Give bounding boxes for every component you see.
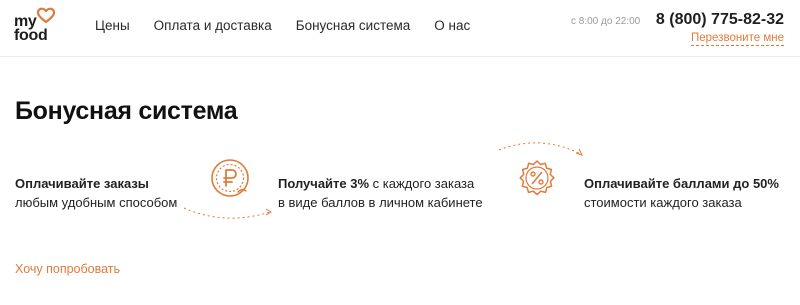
arrow-connector-2 (498, 142, 583, 156)
main-nav: Цены Оплата и доставка Бонусная система … (95, 18, 494, 33)
bonus-step-1: Оплачивайте заказы любым удобным способо… (15, 174, 177, 212)
step-2-line2: в виде баллов в личном кабинете (278, 195, 483, 210)
try-it-link[interactable]: Хочу попробовать (15, 262, 120, 276)
bonus-step-2: Получайте 3% с каждого заказа в виде бал… (278, 174, 483, 212)
nav-item-bonus-system[interactable]: Бонусная система (296, 18, 411, 33)
step-1-bold: Оплачивайте заказы (15, 176, 149, 191)
step-3-line2: стоимости каждого заказа (584, 195, 742, 210)
nav-item-about[interactable]: О нас (434, 18, 470, 33)
bonus-step-3: Оплачивайте баллами до 50% стоимости каж… (584, 174, 779, 212)
nav-item-payment-delivery[interactable]: Оплата и доставка (154, 18, 272, 33)
percent-badge-icon (519, 160, 555, 196)
ruble-coin-icon (211, 159, 249, 197)
page-title: Бонусная система (15, 97, 238, 125)
step-2-rest: с каждого заказа (369, 176, 475, 191)
arrow-connector-1 (183, 207, 272, 219)
heart-icon (36, 7, 56, 24)
working-hours: с 8:00 до 22:00 (571, 16, 641, 27)
step-1-line2: любым удобным способом (15, 195, 178, 210)
logo-text-food: food (14, 27, 48, 44)
step-3-bold: Оплачивайте баллами до 50% (584, 176, 779, 191)
step-2-bold: Получайте 3% (278, 176, 370, 191)
site-header: my food Цены Оплата и доставка Бонусная … (0, 0, 800, 57)
phone-number[interactable]: 8 (800) 775-82-32 (656, 11, 784, 29)
logo[interactable]: my food (14, 6, 62, 50)
callback-link[interactable]: Перезвоните мне (690, 32, 784, 46)
nav-item-prices[interactable]: Цены (95, 18, 130, 33)
